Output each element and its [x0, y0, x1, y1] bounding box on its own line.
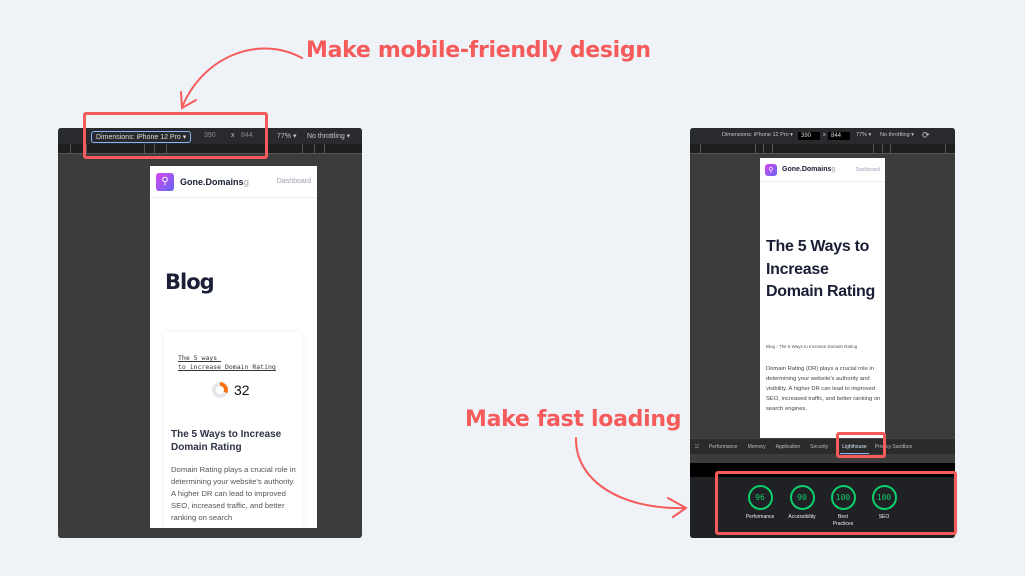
article-title: The 5 Ways to Increase Domain Rating — [766, 238, 875, 300]
rotate-icon[interactable]: ⟳ — [922, 130, 930, 141]
nav-dashboard-link[interactable]: Dashboard — [277, 178, 311, 185]
zoom-select[interactable]: 77% ▾ — [277, 132, 296, 140]
domain-rating-indicator: 32 — [212, 382, 250, 398]
mobile-viewport: ⚲ Gone.Domainsg Dashboard The 5 Ways to … — [760, 158, 885, 440]
inspect-icon[interactable]: ⎋ — [695, 444, 699, 450]
magnifier-icon[interactable]: ⚲ — [765, 163, 777, 176]
devtools-window-mobile: Dimensions: iPhone 12 Pro ▾ 390 x 844 77… — [58, 128, 362, 538]
throttling-select[interactable]: No throttling ▾ — [307, 132, 350, 140]
media-query-ruler — [690, 144, 955, 154]
mobile-viewport: ⚲ Gone.Domainsg Dashboard Blog The 5 way… — [150, 166, 317, 528]
zoom-select[interactable]: 77% ▾ — [856, 132, 871, 138]
throttling-select[interactable]: No throttling ▾ — [880, 132, 914, 138]
annotation-fast-loading: Make fast loading — [465, 407, 682, 432]
curved-arrow-icon — [574, 437, 688, 518]
card-title[interactable]: The 5 Ways to Increase Domain Rating — [171, 428, 296, 454]
highlight-dimensions — [83, 112, 268, 159]
tab-security[interactable]: Security — [810, 444, 828, 450]
dimension-separator: x — [823, 132, 826, 138]
magnifier-icon[interactable]: ⚲ — [156, 172, 174, 191]
site-header: ⚲ Gone.Domainsg Dashboard — [150, 166, 317, 198]
page-title: Blog — [165, 270, 215, 294]
dr-value: 32 — [234, 382, 250, 398]
tab-performance[interactable]: Performance — [709, 444, 738, 450]
highlight-lighthouse-tab — [836, 432, 886, 458]
annotation-mobile-friendly: Make mobile-friendly design — [306, 38, 651, 63]
dr-ring-icon — [212, 382, 228, 398]
nav-dashboard-link[interactable]: Dashboard — [856, 167, 880, 173]
site-brand[interactable]: Gone.Domainsg — [782, 166, 836, 173]
article-intro: Domain Rating (DR) plays a crucial role … — [766, 366, 881, 412]
tab-memory[interactable]: Memory — [748, 444, 766, 450]
breadcrumb[interactable]: Blog › The 5 Ways to Increase Domain Rat… — [766, 344, 857, 349]
site-header: ⚲ Gone.Domainsg Dashboard — [760, 158, 885, 182]
card-description: Domain Rating plays a crucial role in de… — [171, 465, 296, 522]
width-field[interactable]: 390 — [798, 132, 820, 140]
site-brand[interactable]: Gone.Domainsg — [180, 177, 249, 187]
card-thumbnail-title: The 5 ways to increase Domain Rating — [178, 354, 276, 371]
tab-application[interactable]: Application — [776, 444, 800, 450]
highlight-lighthouse-scores — [715, 471, 957, 535]
device-dimensions-select[interactable]: Dimensions: iPhone 12 Pro ▾ — [722, 132, 793, 138]
blog-post-card[interactable]: The 5 ways to increase Domain Rating 32 … — [164, 332, 302, 528]
height-field[interactable]: 844 — [828, 132, 850, 140]
device-toolbar: Dimensions: iPhone 12 Pro ▾ 390 x 844 77… — [690, 128, 955, 144]
devtools-tab-bar: ⎋ Performance Memory Application Securit… — [690, 438, 955, 454]
